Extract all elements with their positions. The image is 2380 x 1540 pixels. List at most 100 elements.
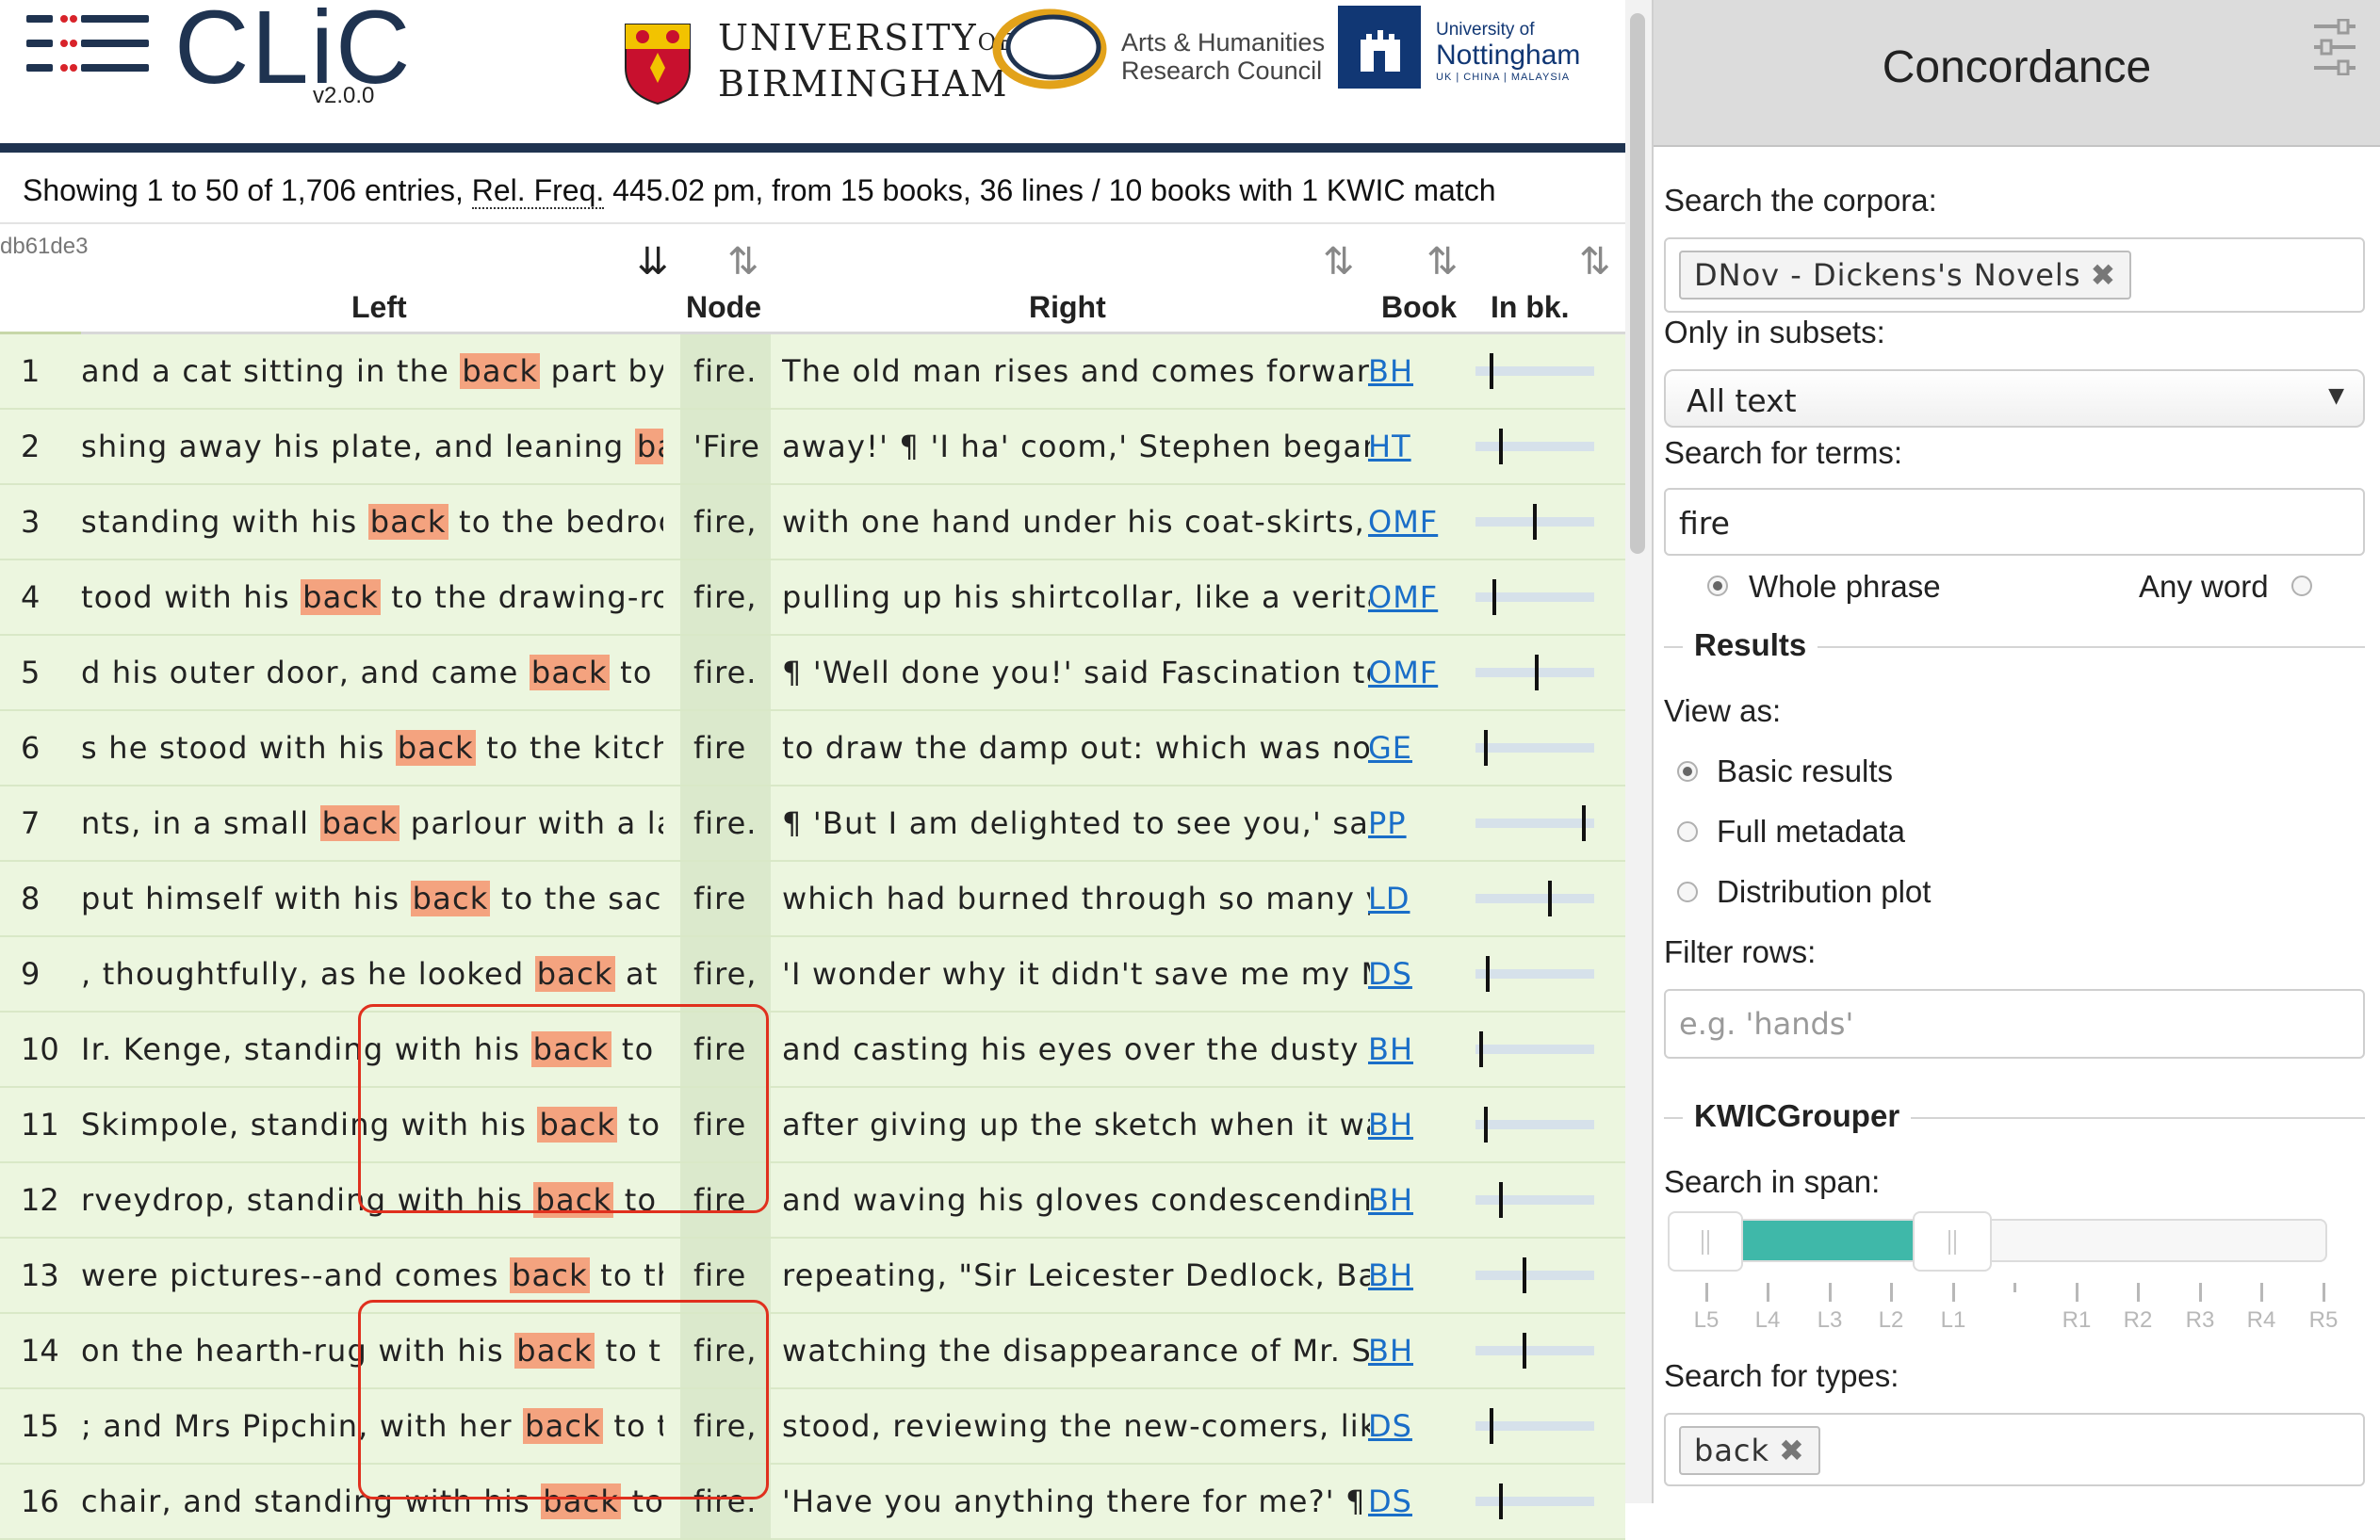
span-tick-label: L1 [1940,1307,1966,1333]
clic-logo[interactable]: CLiC [174,0,413,100]
remove-corpus-icon[interactable]: ✖ [2090,257,2116,293]
span-tick [1705,1283,1708,1302]
col-header-right[interactable]: Right [1029,290,1106,325]
remove-type-icon[interactable]: ✖ [1779,1433,1805,1468]
right-context: which had burned through so many yea [782,881,1370,916]
in-book-marker [1533,504,1537,540]
table-row[interactable]: 1 and a cat sitting in the back part by a… [0,334,1625,410]
book-link[interactable]: DS [1368,937,1462,1011]
table-row[interactable]: 10Ir. Kenge, standing with his back to t… [0,1013,1625,1088]
book-link[interactable]: BH [1368,1088,1462,1161]
row-number: 2 [21,429,41,464]
book-link[interactable]: OMF [1368,485,1462,559]
in-book-track [1475,1120,1594,1129]
book-link[interactable]: GE [1368,711,1462,785]
book-link[interactable]: PP [1368,786,1462,860]
book-link[interactable]: HT [1368,410,1462,483]
in-book-track [1475,969,1594,979]
row-number: 13 [21,1257,59,1293]
table-row[interactable]: 13were pictures--and comes back to thefi… [0,1239,1625,1314]
table-row[interactable]: 8 put himself with his back to the sacred… [0,862,1625,937]
scrollbar-thumb[interactable] [1630,13,1645,554]
kwic-title: KWICGrouper [1683,1098,1912,1134]
left-context: s he stood with his back to the kitchen [81,730,663,766]
whole-phrase-label: Whole phrase [1749,569,1941,604]
table-row[interactable]: 7 nts, in a small back parlour with a lar… [0,786,1625,862]
rel-freq-label[interactable]: Rel. Freq. [471,173,605,209]
types-select[interactable]: back ✖ [1664,1413,2365,1486]
span-tick [2076,1283,2078,1302]
book-link[interactable]: OMF [1368,560,1462,634]
node-word: fire. [680,786,771,860]
table-row[interactable]: 16chair, and standing with his back to t… [0,1465,1625,1540]
book-link[interactable]: LD [1368,862,1462,935]
subset-dropdown[interactable]: All text ▼ [1664,369,2365,428]
whole-phrase-radio[interactable] [1707,575,1728,596]
right-context: after giving up the sketch when it was l [782,1107,1370,1143]
col-header-book[interactable]: Book [1381,290,1457,325]
sort-inbk-icon[interactable]: ⇅ [1579,240,1611,284]
sort-book-icon[interactable]: ⇅ [1426,240,1459,284]
filter-placeholder: e.g. 'hands' [1679,1006,1854,1042]
control-panel [1652,0,2380,1503]
row-number: 5 [21,655,41,690]
col-header-left[interactable]: Left [351,290,407,325]
in-book-position [1475,1239,1594,1312]
terms-input[interactable]: fire [1664,488,2365,556]
book-link[interactable]: DS [1368,1465,1462,1538]
row-number: 6 [21,730,41,766]
any-word-radio[interactable] [2291,575,2312,596]
in-book-track [1475,1045,1594,1054]
book-link[interactable]: BH [1368,1163,1462,1237]
settings-sliders-icon[interactable] [2312,19,2357,75]
corpus-tag: DNov - Dickens's Novels ✖ [1679,251,2132,300]
right-context: pulling up his shirtcollar, like a verit… [782,579,1370,615]
in-book-position [1475,1465,1594,1538]
node-word: fire. [680,334,771,408]
in-book-position [1475,560,1594,634]
corpora-select[interactable]: DNov - Dickens's Novels ✖ [1664,237,2365,313]
row-number: 4 [21,579,41,615]
right-context: ¶ 'But I am delighted to see you,' said … [782,805,1370,841]
span-slider-handle-left[interactable] [1668,1211,1743,1272]
basic-results-radio[interactable] [1677,761,1698,782]
left-context: tood with his back to the drawing-room [81,579,663,615]
table-row[interactable]: 14on the hearth-rug with his back to the… [0,1314,1625,1389]
book-link[interactable]: BH [1368,334,1462,408]
book-link[interactable]: OMF [1368,636,1462,709]
distribution-plot-radio[interactable] [1677,882,1698,902]
full-metadata-radio[interactable] [1677,821,1698,842]
table-row[interactable]: 4 tood with his back to the drawing-room f… [0,560,1625,636]
table-row[interactable]: 3 standing with his back to the bedroom fi… [0,485,1625,560]
span-tick-center [2013,1283,2016,1292]
in-book-marker [1499,1182,1503,1218]
left-context: d his outer door, and came back to his [81,655,663,690]
node-word: 'Fire [680,410,771,483]
keyword-highlight: back [301,579,381,615]
book-link[interactable]: DS [1368,1389,1462,1463]
sort-node-icon[interactable]: ⇅ [727,240,759,284]
col-header-inbk[interactable]: In bk. [1491,290,1570,325]
table-row[interactable]: 6 s he stood with his back to the kitchen… [0,711,1625,786]
sort-right-icon[interactable]: ⇅ [1323,240,1355,284]
table-row[interactable]: 12rveydrop, standing with his back to th… [0,1163,1625,1239]
table-row[interactable]: 15; and Mrs Pipchin, with her back to th… [0,1389,1625,1465]
row-number: 14 [21,1333,59,1369]
menu-icon[interactable] [26,13,151,73]
book-link[interactable]: BH [1368,1013,1462,1086]
table-row[interactable]: 5 d his outer door, and came back to his f… [0,636,1625,711]
keyword-highlight: back [395,730,476,766]
table-row[interactable]: 11Skimpole, standing with his back to th… [0,1088,1625,1163]
sort-left-icon[interactable]: ⇊ [637,240,669,284]
span-slider-handle-right[interactable] [1913,1211,1992,1272]
filter-rows-input[interactable]: e.g. 'hands' [1664,989,2365,1059]
span-label: Search in span: [1664,1164,1881,1199]
col-header-node[interactable]: Node [686,290,761,325]
book-link[interactable]: BH [1368,1314,1462,1387]
span-tick [1890,1283,1893,1302]
table-row[interactable]: 9 , thoughtfully, as he looked back at th… [0,937,1625,1013]
book-link[interactable]: BH [1368,1239,1462,1312]
in-book-track [1475,1271,1594,1280]
table-row[interactable]: 2 shing away his plate, and leaning back.… [0,410,1625,485]
view-as-label: View as: [1664,693,1782,728]
